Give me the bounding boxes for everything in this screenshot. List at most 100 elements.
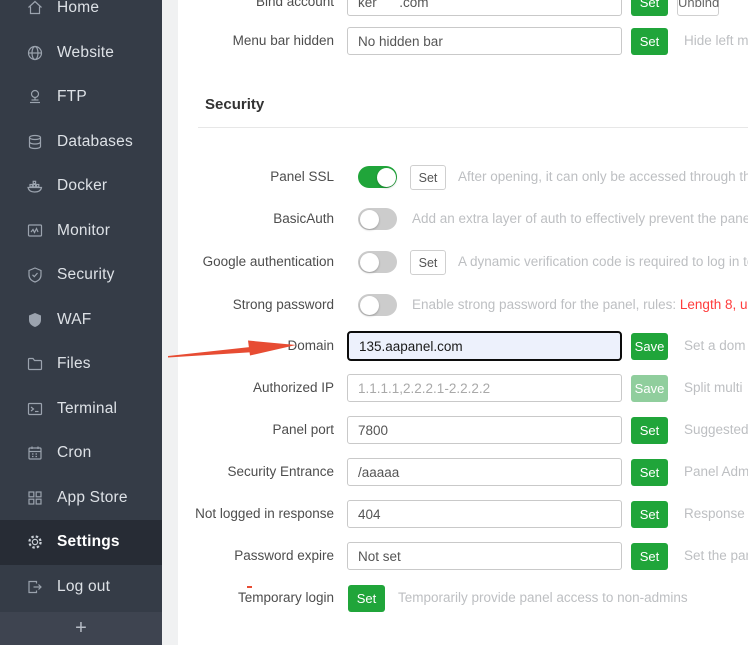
sidebar-item-databases[interactable]: Databases [0, 120, 162, 165]
set-button[interactable]: Set [631, 459, 668, 486]
row-panel-port: Panel port Set Suggested [178, 415, 748, 445]
helper-text: Add an extra layer of auth to effectivel… [412, 204, 748, 234]
content-gutter [162, 0, 178, 645]
field-label: Temporary login [178, 583, 334, 613]
sidebar-item-label: Home [57, 0, 99, 17]
sidebar-item-label: Security [57, 266, 115, 284]
globe-icon [26, 44, 44, 62]
field-label: Security Entrance [178, 457, 334, 487]
section-title-security: Security [205, 96, 264, 113]
shield-check-icon [26, 266, 44, 284]
save-button[interactable]: Save [631, 333, 668, 360]
basic-auth-toggle[interactable] [358, 208, 397, 230]
shield-filled-icon [26, 311, 44, 329]
authorized-ip-input[interactable] [347, 374, 622, 402]
sidebar-item-terminal[interactable]: Terminal [0, 387, 162, 432]
sidebar: Home Website FTP Databases Docker [0, 0, 162, 645]
sidebar-item-label: FTP [57, 88, 87, 106]
helper-text: After opening, it can only be accessed t… [458, 162, 748, 192]
row-temporary-login: Temporary login Set Temporarily provide … [178, 583, 748, 613]
sidebar-item-label: Docker [57, 177, 107, 195]
field-label: Menu bar hidden [178, 26, 334, 56]
set-button[interactable]: Set [348, 585, 385, 612]
sidebar-item-security[interactable]: Security [0, 253, 162, 298]
row-not-logged-in-response: Not logged in response Set Response w [178, 499, 748, 529]
docker-icon [26, 177, 44, 195]
sidebar-item-docker[interactable]: Docker [0, 164, 162, 209]
panel-ssl-toggle[interactable] [358, 166, 397, 188]
set-button[interactable]: Set [631, 0, 668, 16]
menu-bar-hidden-input[interactable] [347, 27, 622, 55]
sidebar-item-log-out[interactable]: Log out [0, 565, 162, 610]
aapanel-settings-page: { "colors": { "accent_green": "#20a53a",… [0, 0, 748, 645]
database-icon [26, 133, 44, 151]
sidebar-item-ftp[interactable]: FTP [0, 75, 162, 120]
stray-red-mark [247, 586, 252, 588]
set-button[interactable]: Set [631, 28, 668, 55]
grid-icon [26, 489, 44, 507]
panel-port-input[interactable] [347, 416, 622, 444]
sidebar-item-files[interactable]: Files [0, 342, 162, 387]
set-button[interactable]: Set [631, 417, 668, 444]
sidebar-expand-button[interactable]: + [0, 612, 162, 645]
sidebar-item-label: Cron [57, 444, 91, 462]
set-button[interactable]: Set [410, 250, 446, 275]
settings-panel: Bind account Set Unbind Menu bar hidden … [178, 0, 748, 645]
field-label: Password expire [178, 541, 334, 571]
helper-text: Split multi [684, 373, 743, 403]
helper-text: Panel Admi [684, 457, 748, 487]
helper-text: A dynamic verification code is required … [458, 247, 748, 277]
sidebar-item-home[interactable]: Home [0, 0, 162, 31]
sidebar-item-waf[interactable]: WAF [0, 298, 162, 343]
helper-text: Hide left m [684, 26, 748, 56]
set-button[interactable]: Set [410, 165, 446, 190]
plus-icon: + [75, 617, 87, 640]
logout-icon [26, 578, 44, 596]
sidebar-item-label: Databases [57, 133, 133, 151]
unbind-button[interactable]: Unbind [677, 0, 719, 16]
sidebar-item-label: App Store [57, 489, 128, 507]
bind-account-input[interactable] [347, 0, 622, 16]
row-menu-bar-hidden: Menu bar hidden Set Hide left m [178, 26, 748, 56]
password-expire-input[interactable] [347, 542, 622, 570]
field-label: Bind account [178, 0, 334, 17]
row-panel-ssl: Panel SSL Set After opening, it can only… [178, 162, 748, 192]
row-security-entrance: Security Entrance Set Panel Admi [178, 457, 748, 487]
ftp-icon [26, 88, 44, 106]
sidebar-item-app-store[interactable]: App Store [0, 476, 162, 521]
sidebar-item-cron[interactable]: Cron [0, 431, 162, 476]
helper-text: Suggested [684, 415, 748, 445]
helper-text: Response w [684, 499, 748, 529]
helper-text: Temporarily provide panel access to non-… [398, 583, 688, 613]
security-entrance-input[interactable] [347, 458, 622, 486]
toggle-knob [360, 210, 379, 229]
row-google-authentication: Google authentication Set A dynamic veri… [178, 247, 748, 277]
field-label: Domain [178, 331, 334, 361]
row-bind-account: Bind account Set Unbind [178, 0, 748, 17]
google-auth-toggle[interactable] [358, 251, 397, 273]
helper-text: Enable strong password for the panel, ru… [412, 290, 748, 320]
not-logged-in-response-input[interactable] [347, 500, 622, 528]
save-button-disabled[interactable]: Save [631, 375, 668, 402]
row-strong-password: Strong password Enable strong password f… [178, 290, 748, 320]
gear-icon [26, 533, 44, 551]
home-icon [26, 0, 44, 17]
sidebar-item-label: Settings [57, 533, 120, 551]
sidebar-item-website[interactable]: Website [0, 31, 162, 76]
helper-text: Set the pan [684, 541, 748, 571]
field-label: Strong password [178, 290, 334, 320]
terminal-icon [26, 400, 44, 418]
domain-input[interactable] [347, 331, 622, 361]
field-label: Panel port [178, 415, 334, 445]
sidebar-item-monitor[interactable]: Monitor [0, 209, 162, 254]
set-button[interactable]: Set [631, 543, 668, 570]
field-label: Google authentication [178, 247, 334, 277]
field-label: BasicAuth [178, 204, 334, 234]
field-label: Not logged in response [178, 499, 334, 529]
set-button[interactable]: Set [631, 501, 668, 528]
toggle-knob [377, 168, 396, 187]
monitor-icon [26, 222, 44, 240]
sidebar-item-label: Website [57, 44, 114, 62]
strong-password-toggle[interactable] [358, 294, 397, 316]
sidebar-item-settings[interactable]: Settings [0, 520, 162, 565]
